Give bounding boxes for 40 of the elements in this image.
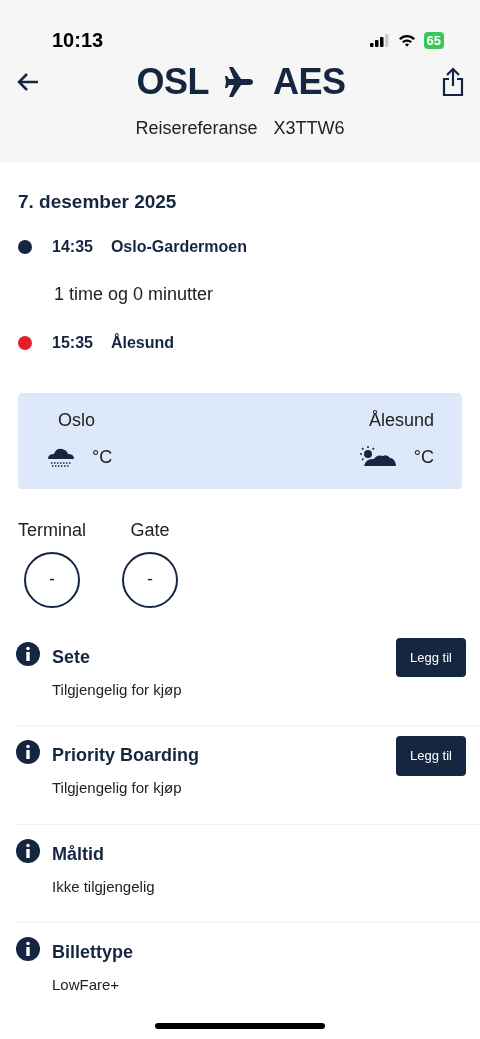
service-status: LowFare+ — [52, 975, 121, 995]
origin-code: OSL — [136, 64, 209, 100]
stop-name: Ålesund — [110, 332, 175, 353]
sun-cloud-icon — [359, 446, 398, 468]
signal-icon — [369, 33, 390, 47]
reference-label: Reisereferanse — [135, 117, 258, 140]
city-name: Ålesund — [368, 408, 434, 432]
reference-code: X3TTW6 — [273, 117, 345, 140]
share-icon[interactable] — [442, 67, 464, 97]
stop-time: 15:35 — [52, 332, 93, 353]
service-status: Ikke tilgjengelig — [52, 876, 156, 897]
destination-code: AES — [273, 64, 346, 100]
info-label: Gate — [130, 518, 170, 542]
stop-name: Oslo-Gardermoen — [110, 236, 247, 257]
temperature-unit: °C — [92, 445, 113, 469]
flight-date: 7. desember 2025 — [18, 190, 178, 214]
service-title: Billettype — [52, 941, 135, 964]
service-status: Tilgjengelig for kjøp — [52, 778, 183, 798]
info-icon[interactable] — [16, 740, 40, 764]
wifi-icon — [397, 33, 416, 47]
battery-indicator: 65 — [423, 31, 444, 49]
info-icon[interactable] — [16, 641, 40, 666]
service-title: Priority Boarding — [52, 744, 200, 767]
stop-time: 14:35 — [52, 236, 93, 257]
back-arrow-icon[interactable] — [16, 72, 40, 92]
flight-duration: 1 time og 0 minutter — [54, 283, 214, 306]
city-name: Oslo — [58, 408, 95, 432]
info-icon[interactable] — [16, 937, 40, 961]
service-title: Måltid — [52, 842, 105, 866]
temperature-unit: °C — [413, 445, 434, 469]
info-value-circle: - — [122, 551, 179, 608]
add-button[interactable]: Legg til — [396, 736, 466, 776]
rain-cloud-icon — [46, 446, 76, 468]
service-status: Tilgjengelig for kjøp — [52, 679, 183, 700]
info-label: Terminal — [18, 518, 87, 542]
info-value-circle: - — [24, 551, 80, 608]
info-icon[interactable] — [16, 838, 40, 863]
add-button[interactable]: Legg til — [396, 637, 466, 677]
status-time: 10:13 — [52, 28, 104, 53]
service-title: Sete — [52, 645, 92, 669]
